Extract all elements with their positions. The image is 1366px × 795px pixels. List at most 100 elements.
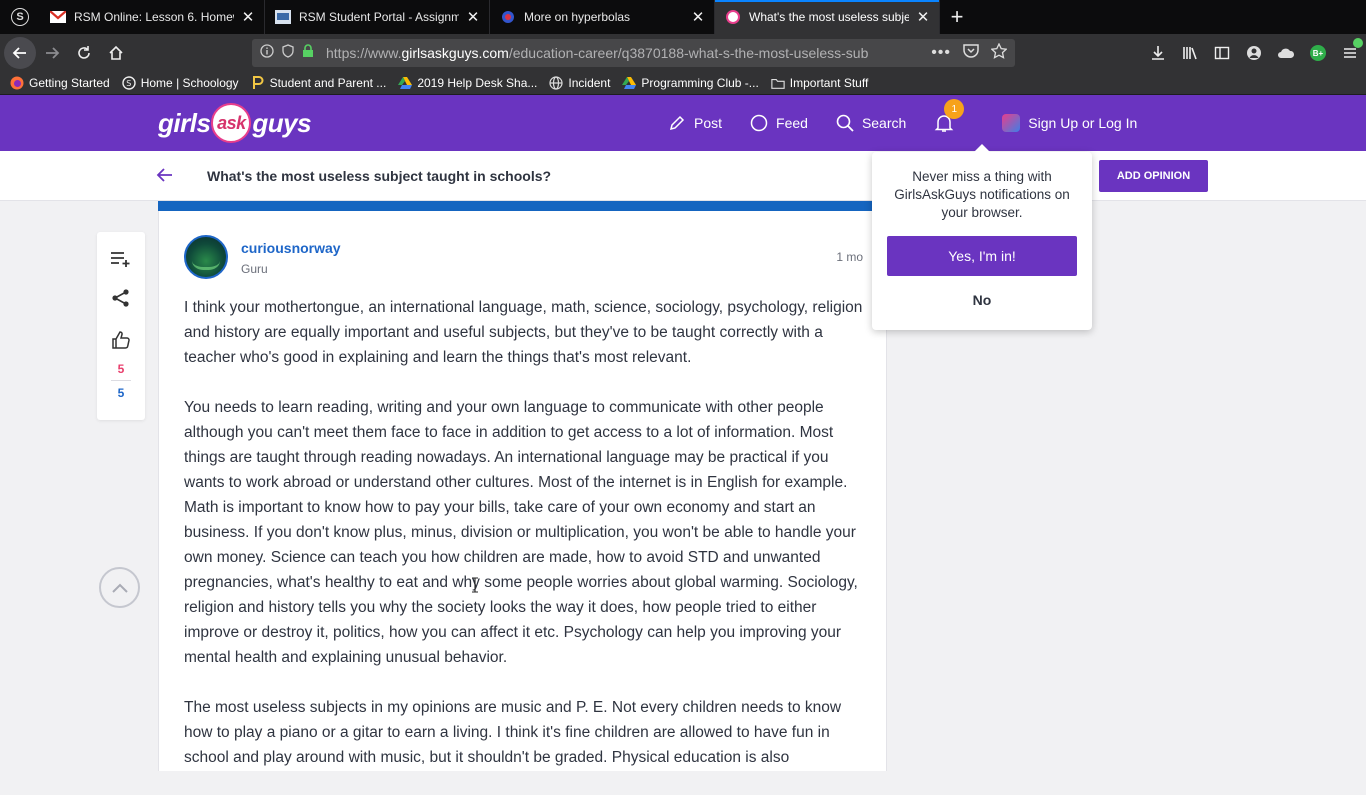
tracking-shield-icon[interactable]	[282, 43, 294, 63]
url-bar[interactable]: https://www.girlsaskguys.com/education-c…	[252, 39, 1015, 67]
vote-divider	[111, 380, 131, 381]
add-opinion-button[interactable]: ADD OPINION	[1099, 160, 1208, 192]
text-cursor-icon	[472, 577, 478, 593]
bookmark-folder[interactable]: Important Stuff	[771, 76, 868, 90]
drive-icon	[622, 76, 637, 90]
extension-button[interactable]	[1270, 37, 1302, 69]
answer-timestamp: 1 mo	[836, 250, 863, 264]
answer-actions-panel: 5 5	[97, 232, 145, 420]
schoology-icon: S	[11, 8, 29, 26]
reload-button[interactable]	[68, 37, 100, 69]
question-header: What's the most useless subject taught i…	[0, 151, 1366, 201]
gag-icon	[725, 9, 741, 25]
drive-icon	[398, 76, 413, 90]
browser-nav-bar: https://www.girlsaskguys.com/education-c…	[0, 34, 1366, 72]
site-header: girls ask guys Post Feed Search 1 Sign Up …	[0, 95, 1366, 151]
sidebar-icon	[1214, 46, 1230, 60]
answer-body: I think your mothertongue, an internatio…	[184, 295, 869, 795]
close-tab-icon[interactable]: ✕	[240, 8, 256, 26]
bookmark-item[interactable]: Programming Club -...	[622, 76, 759, 90]
bookmark-item[interactable]: 2019 Help Desk Sha...	[398, 76, 537, 90]
notification-badge: 1	[944, 99, 965, 119]
pencil-icon	[669, 115, 685, 131]
account-icon	[1247, 46, 1261, 60]
firefox-icon	[10, 76, 24, 90]
gmail-icon	[50, 9, 66, 25]
bookmark-star-icon[interactable]	[990, 41, 1008, 64]
browser-tab[interactable]: RSM Online: Lesson 6. Homewo ✕	[40, 0, 265, 34]
user-avatar-icon	[1002, 114, 1021, 132]
sign-up-login-link[interactable]: Sign Up or Log In	[1002, 114, 1137, 132]
notifications-button[interactable]: 1	[934, 99, 965, 133]
browser-tab-active[interactable]: What's the most useless subjec ✕	[715, 0, 940, 34]
tab-title: RSM Student Portal - Assignme	[299, 10, 459, 24]
question-accent-bar	[158, 201, 872, 211]
scroll-to-top-button[interactable]	[99, 567, 140, 608]
extension-cloud-icon	[1278, 48, 1295, 58]
close-tab-icon[interactable]: ✕	[915, 8, 931, 26]
chevron-up-icon	[111, 583, 128, 593]
tab-title: More on hyperbolas	[524, 10, 631, 24]
forward-button[interactable]	[36, 37, 68, 69]
bookmark-item[interactable]: Incident	[549, 76, 610, 90]
account-button[interactable]	[1238, 37, 1270, 69]
enable-notifications-button[interactable]: Yes, I'm in!	[887, 236, 1077, 276]
bookmark-item[interactable]: Getting Started	[10, 76, 110, 90]
url-text: https://www.girlsaskguys.com/education-c…	[326, 45, 869, 61]
info-icon[interactable]	[260, 43, 274, 63]
library-icon	[1183, 47, 1197, 60]
close-tab-icon[interactable]: ✕	[465, 8, 481, 26]
more-actions-icon[interactable]: •••	[931, 44, 951, 62]
add-to-list-icon[interactable]	[109, 247, 133, 271]
answer-paragraph: You needs to learn reading, writing and …	[184, 399, 858, 666]
back-button[interactable]	[4, 37, 36, 69]
browser-tab[interactable]: RSM Student Portal - Assignme ✕	[265, 0, 490, 34]
author-avatar[interactable]	[184, 235, 228, 279]
update-arrow-icon	[1353, 38, 1363, 48]
tab-title: What's the most useless subjec	[749, 10, 909, 24]
library-button[interactable]	[1174, 37, 1206, 69]
p-icon	[251, 76, 265, 90]
answer-paragraph: I think your mothertongue, an internatio…	[184, 299, 863, 366]
rsm-icon	[275, 9, 291, 25]
browser-tab[interactable]: More on hyperbolas ✕	[490, 0, 715, 34]
reload-icon	[78, 46, 90, 59]
browser-tab-bar: S RSM Online: Lesson 6. Homewo ✕ RSM Stu…	[0, 0, 1366, 34]
close-tab-icon[interactable]: ✕	[690, 8, 706, 26]
profile-badge: B+	[1310, 45, 1326, 61]
thumbs-up-icon[interactable]	[109, 328, 133, 352]
hamburger-menu-icon	[1344, 48, 1356, 58]
folder-icon	[771, 76, 785, 90]
answer-card: curiousnorway Guru 1 mo I think your mot…	[158, 211, 887, 771]
home-button[interactable]	[100, 37, 132, 69]
schoology-pinned-tab[interactable]: S	[0, 0, 40, 34]
arrow-left-icon	[12, 47, 26, 59]
author-rank: Guru	[241, 262, 268, 276]
download-icon	[1152, 46, 1164, 60]
downvote-count: 5	[117, 386, 125, 400]
new-tab-button[interactable]: +	[940, 0, 974, 34]
svg-text:S: S	[126, 79, 131, 88]
site-logo[interactable]: girls ask guys	[158, 103, 312, 143]
author-name[interactable]: curiousnorway	[241, 240, 341, 256]
back-arrow-icon[interactable]	[156, 166, 174, 189]
downloads-button[interactable]	[1142, 37, 1174, 69]
profile-extension-button[interactable]: B+	[1302, 37, 1334, 69]
header-nav: Post Feed Search 1 Sign Up or Log In	[668, 95, 1137, 151]
pocket-icon[interactable]	[963, 43, 979, 63]
feed-circle-icon	[750, 114, 768, 132]
globe-icon	[549, 76, 563, 90]
search-icon	[836, 114, 854, 132]
sidebar-button[interactable]	[1206, 37, 1238, 69]
bookmark-item[interactable]: Student and Parent ...	[251, 76, 386, 90]
circle-icon	[500, 9, 516, 25]
feed-link[interactable]: Feed	[750, 114, 808, 132]
menu-button[interactable]	[1334, 37, 1366, 69]
post-link[interactable]: Post	[668, 114, 722, 132]
schoology-icon: S	[122, 76, 136, 90]
decline-notifications-button[interactable]: No	[887, 288, 1077, 312]
bookmarks-bar: Getting Started S Home | Schoology Stude…	[0, 72, 1366, 95]
search-link[interactable]: Search	[836, 114, 906, 132]
share-icon[interactable]	[109, 286, 133, 310]
bookmark-item[interactable]: S Home | Schoology	[122, 76, 239, 90]
